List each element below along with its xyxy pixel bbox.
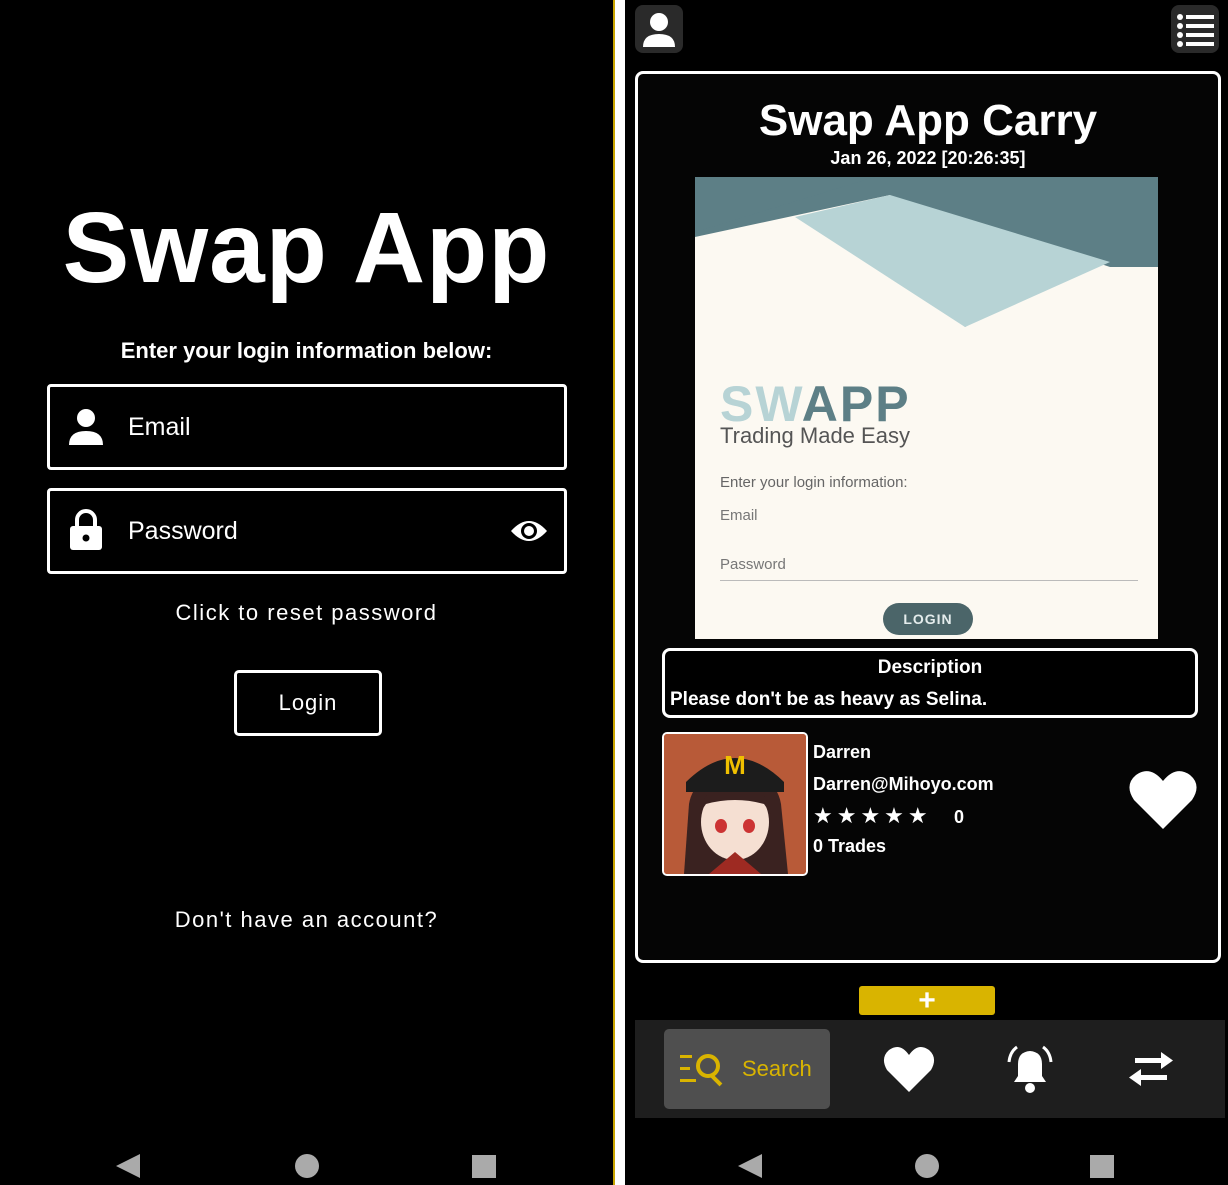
description-box: Description Please don't be as heavy as …	[662, 648, 1198, 718]
menu-button[interactable]	[1171, 5, 1219, 53]
user-icon	[643, 13, 675, 47]
avatar-image: M	[664, 734, 806, 874]
user-email: Darren@Mihoyo.com	[813, 774, 994, 794]
tab-trades-swap-arrows-icon[interactable]	[1125, 1044, 1177, 1094]
password-placeholder: Password	[128, 517, 238, 545]
menu-list-icon	[1177, 14, 1214, 47]
recents-icon	[1090, 1155, 1114, 1178]
reset-password-link[interactable]: Click to reset password	[0, 600, 613, 626]
description-heading: Description	[877, 657, 983, 678]
profile-button[interactable]	[635, 5, 683, 53]
lock-icon	[70, 509, 102, 550]
tab-search[interactable]: Search	[664, 1029, 830, 1109]
rating-count: 0	[954, 807, 965, 827]
eye-icon[interactable]	[510, 515, 548, 547]
preview-prompt: Enter your login information:	[720, 474, 908, 491]
add-post-button[interactable]: +	[859, 986, 995, 1016]
login-screen: Swap App Enter your login information be…	[0, 0, 613, 1185]
preview-password: Password	[720, 556, 786, 573]
favorite-heart-icon[interactable]	[1128, 767, 1198, 831]
email-placeholder: Email	[128, 413, 191, 441]
svg-text:M: M	[724, 750, 746, 780]
app-title: Swap App	[62, 192, 551, 304]
preview-tagline: Trading Made Easy	[720, 423, 910, 448]
password-field[interactable]: Password	[47, 488, 567, 574]
trade-count: 0 Trades	[813, 836, 887, 856]
description-text: Please don't be as heavy as Selina.	[670, 689, 988, 710]
back-icon	[116, 1154, 140, 1178]
tab-notifications-bell-icon[interactable]	[1004, 1044, 1056, 1094]
preview-email: Email	[720, 507, 758, 524]
email-field[interactable]: Email	[47, 384, 567, 470]
system-nav-bar	[738, 1154, 1114, 1178]
login-button[interactable]: Login	[234, 670, 382, 736]
search-filter-icon	[680, 1054, 723, 1087]
feed-screen: Swap App Carry Jan 26, 2022 [20:26:35] S…	[625, 0, 1228, 1185]
post-image[interactable]: SWAPP Trading Made Easy Enter your login…	[695, 177, 1158, 639]
back-icon	[738, 1154, 762, 1178]
signup-link[interactable]: Don't have an account?	[0, 907, 613, 933]
user-icon	[69, 409, 103, 445]
bottom-nav: Search	[635, 1020, 1225, 1118]
preview-login-button: LOGIN	[883, 603, 973, 635]
post-date: Jan 26, 2022 [20:26:35]	[830, 148, 1026, 168]
recents-icon	[472, 1155, 496, 1178]
system-nav-bar	[116, 1154, 496, 1178]
user-name[interactable]: Darren	[813, 742, 871, 763]
search-label: Search	[742, 1056, 812, 1081]
home-icon	[295, 1154, 319, 1178]
home-icon	[915, 1154, 939, 1178]
screen-divider	[613, 0, 625, 1185]
star-rating: ★★★★★	[813, 803, 932, 828]
avatar[interactable]: M	[662, 732, 808, 876]
login-prompt: Enter your login information below:	[120, 338, 493, 363]
tab-favorites-heart-icon[interactable]	[883, 1044, 935, 1094]
post-card[interactable]: Swap App Carry Jan 26, 2022 [20:26:35] S…	[635, 71, 1221, 963]
post-title: Swap App Carry	[758, 96, 1098, 145]
preview-divider	[720, 580, 1138, 581]
